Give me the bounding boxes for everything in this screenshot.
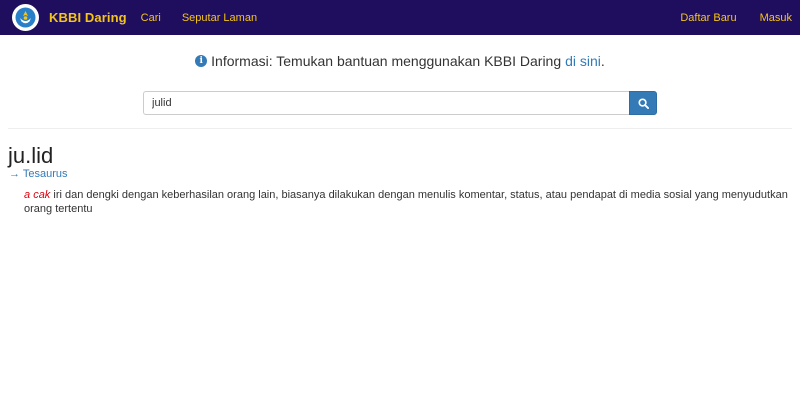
divider <box>8 128 792 129</box>
word-class-label: a <box>24 189 31 201</box>
info-suffix: . <box>600 53 605 69</box>
entry-definition: a cak iri dan dengki dengan keberhasilan… <box>24 188 794 216</box>
search-input[interactable] <box>143 91 629 115</box>
nav-item-masuk[interactable]: Masuk <box>760 12 792 24</box>
definition-text: iri dan dengki dengan keberhasilan orang… <box>24 189 788 215</box>
register-label: cak <box>33 189 51 201</box>
nav-item-seputar-laman[interactable]: Seputar Laman <box>182 12 257 24</box>
nav-item-cari[interactable]: Cari <box>141 12 161 24</box>
tesaurus-link[interactable]: → Tesaurus <box>9 168 68 180</box>
brand-name: KBBI Daring <box>49 10 127 25</box>
search-button[interactable] <box>629 91 657 115</box>
kbbi-logo-icon <box>12 4 39 31</box>
info-help-link[interactable]: di sini <box>565 53 601 69</box>
entry-title: ju.lid <box>8 143 54 168</box>
top-navbar: KBBI Daring Cari Seputar Laman Daftar Ba… <box>0 0 800 35</box>
nav-item-daftar-baru[interactable]: Daftar Baru <box>680 12 736 24</box>
nav-right: Daftar Baru Masuk <box>657 12 800 24</box>
search-form <box>143 91 657 115</box>
search-icon <box>637 97 649 109</box>
info-circle-icon: i <box>195 55 208 67</box>
info-banner: i Informasi: Temukan bantuan menggunakan… <box>0 53 800 69</box>
info-text: Informasi: Temukan bantuan menggunakan K… <box>211 53 562 69</box>
brand[interactable]: KBBI Daring <box>12 0 141 35</box>
